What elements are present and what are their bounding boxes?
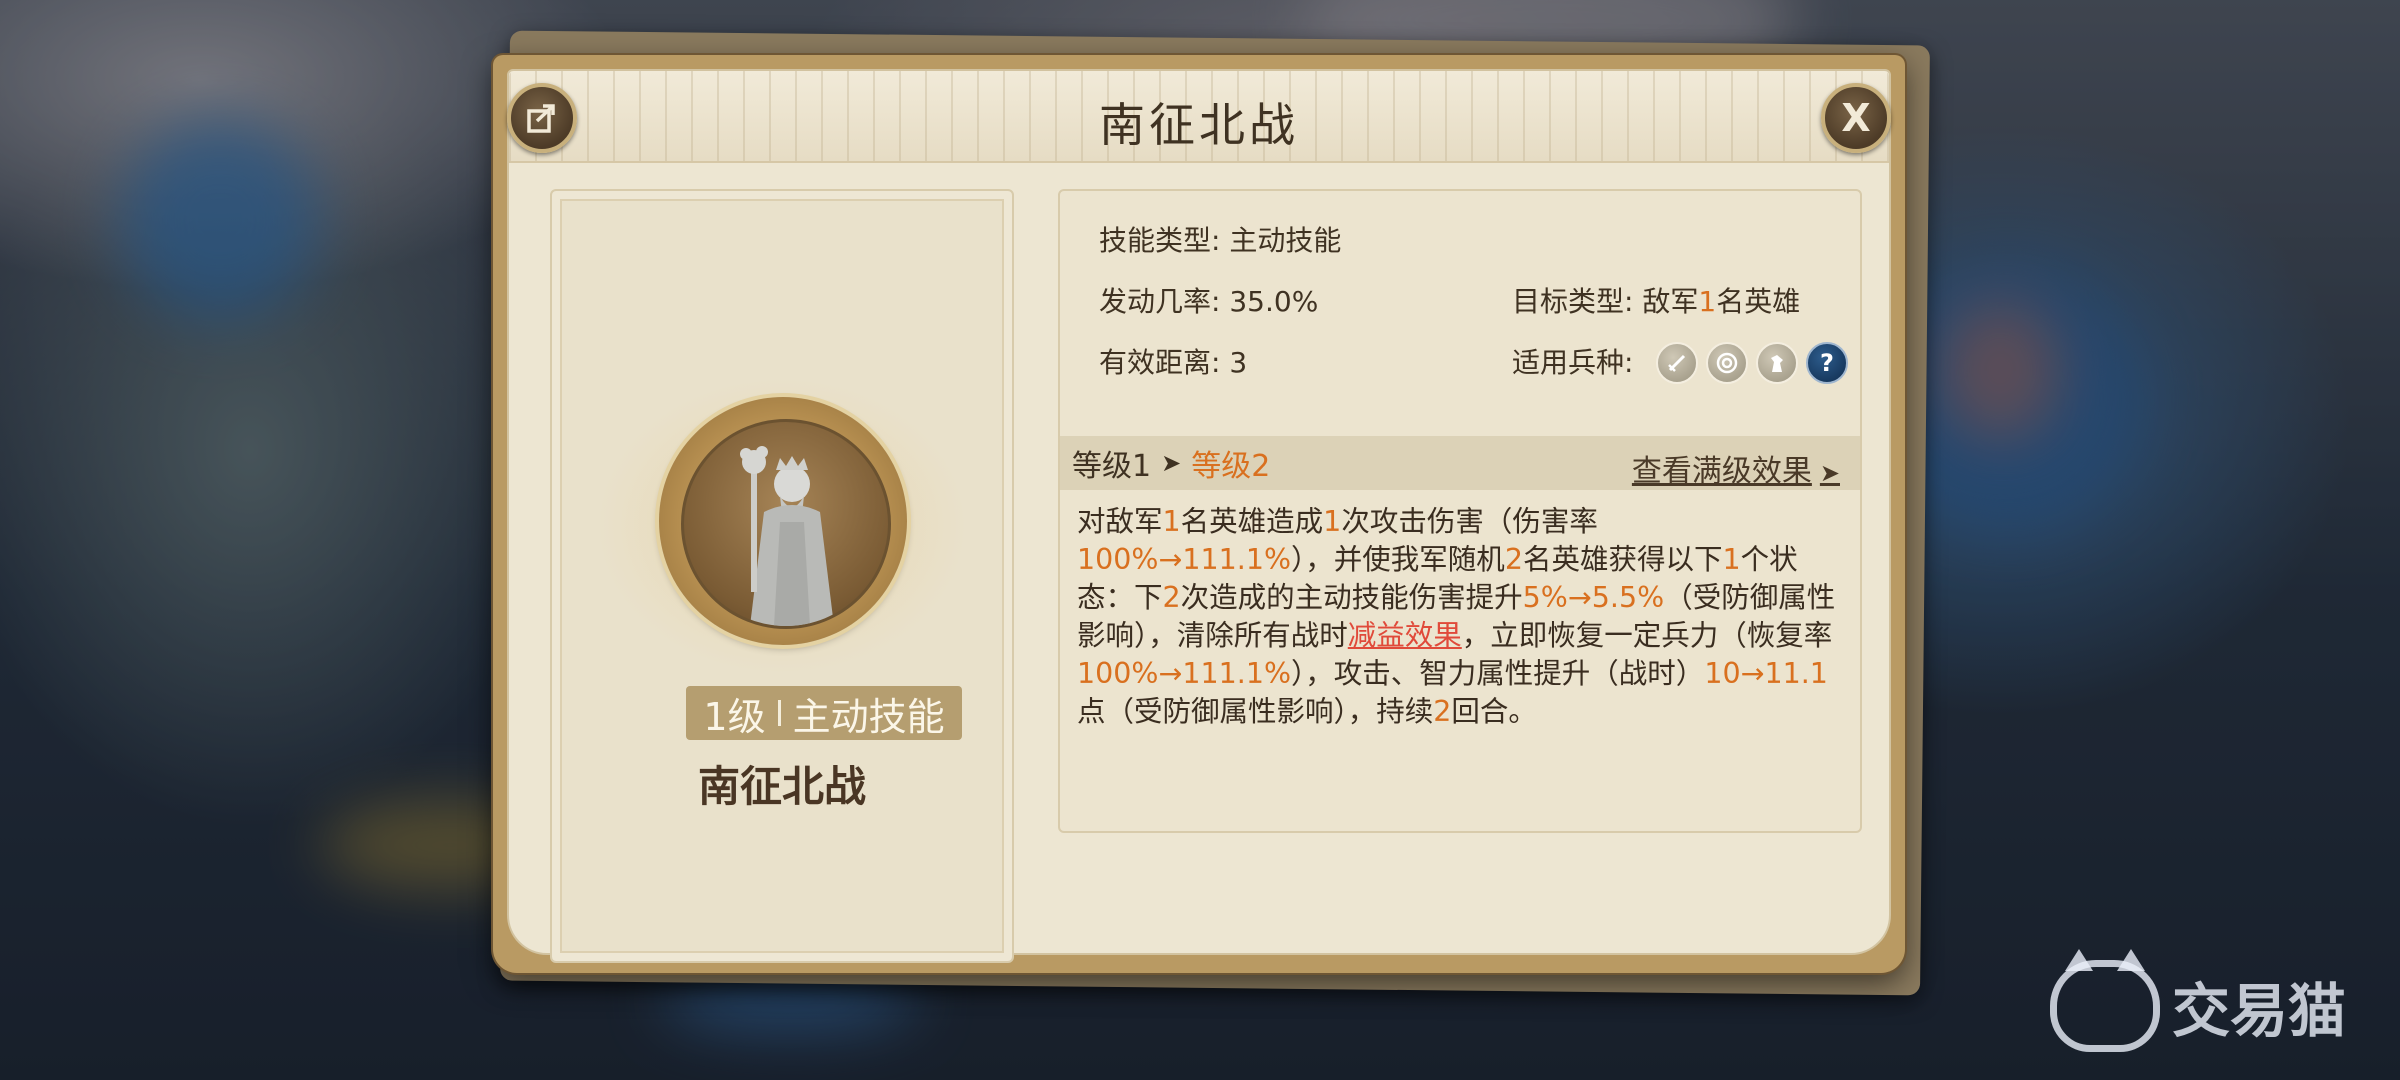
desc-text: 名英雄造成: [1180, 505, 1324, 538]
trigger-rate-value: 35.0%: [1229, 285, 1319, 318]
skill-portrait-frame: [659, 397, 907, 645]
desc-value: 1: [1162, 505, 1181, 538]
dialog-header: 南征北战: [509, 71, 1889, 163]
trigger-rate-row: 发动几率: 35.0%: [1099, 280, 1318, 320]
desc-text: 回合。: [1451, 695, 1537, 728]
desc-value: →111.1%: [1158, 543, 1292, 576]
share-icon: [527, 104, 555, 133]
range-row: 有效距离: 3: [1099, 341, 1247, 381]
skill-info-panel: 技能类型: 主动技能 发动几率: 35.0% 目标类型: 敌军1名英雄 有效距离…: [1058, 189, 1862, 833]
desc-value: 2: [1433, 695, 1452, 728]
desc-value: 100%: [1077, 543, 1159, 576]
target-type-label: 目标类型:: [1512, 285, 1634, 318]
desc-text: ，立即恢复一定兵力（恢复率: [1461, 619, 1833, 652]
infantry-sword-icon: [1656, 342, 1698, 384]
cavalry-horse-icon: [1756, 342, 1798, 384]
desc-text: 名英雄获得以下: [1522, 543, 1723, 576]
desc-text: 点（受防御属性影响），持续: [1077, 695, 1434, 728]
archer-target-icon: [1706, 342, 1748, 384]
level-compare-bar: 等级1 ➤ 等级2 查看满级效果 ➤: [1060, 436, 1860, 490]
close-icon: X: [1841, 96, 1871, 140]
view-max-arrow-icon: ➤: [1819, 459, 1840, 487]
skill-level-label: 1级: [703, 694, 766, 739]
range-label: 有效距离:: [1099, 346, 1221, 379]
target-type-pre: 敌军: [1642, 285, 1699, 318]
skill-name: 南征北战: [697, 762, 866, 811]
level-from: 等级1: [1072, 449, 1152, 484]
watermark: 交易猫: [2050, 949, 2347, 1052]
skill-portrait-panel: 1级 主动技能 南征北战: [550, 189, 1014, 963]
dialog-title: 南征北战: [1099, 98, 1299, 152]
level-arrow-icon: ➤: [1161, 449, 1182, 477]
trigger-rate-label: 发动几率:: [1099, 285, 1221, 318]
desc-text: 次攻击伤害（伤害率: [1341, 505, 1598, 538]
skill-portrait: [681, 419, 891, 629]
skill-detail-dialog: 南征北战 X 1级 主动技能 南征北战 技能类型: 主动技能 发动几率: 35.…: [493, 55, 1905, 973]
desc-value: 10: [1704, 657, 1741, 690]
desc-text: ），并使我军随机: [1291, 543, 1505, 576]
king-statue-icon: [740, 446, 834, 626]
desc-value: 5%: [1522, 581, 1568, 614]
desc-value: →5.5%: [1567, 581, 1665, 614]
view-max-level-link[interactable]: 查看满级效果 ➤: [1632, 446, 1840, 490]
desc-value: 100%: [1077, 657, 1159, 690]
skill-kind-label: 主动技能: [792, 694, 945, 739]
desc-value: 2: [1162, 581, 1181, 614]
skill-level-tag: 1级 主动技能: [686, 686, 962, 740]
target-type-count: 1: [1698, 285, 1717, 318]
skill-description: 对敌军1名英雄造成1次攻击伤害（伤害率100%→111.1%），并使我军随机2名…: [1077, 503, 1837, 731]
close-button[interactable]: X: [1821, 83, 1891, 153]
target-type-post: 名英雄: [1716, 285, 1801, 318]
skill-type-label: 技能类型:: [1099, 224, 1221, 257]
desc-text: 对敌军: [1077, 505, 1163, 538]
desc-text: 次造成的主动技能伤害提升: [1180, 581, 1523, 614]
cat-logo-icon: [2050, 949, 2160, 1052]
desc-value: →11.1: [1740, 657, 1828, 690]
troop-type-label: 适用兵种:: [1512, 346, 1634, 379]
desc-text: ），攻击、智力属性提升（战时）: [1291, 657, 1705, 690]
dialog-body: 南征北战 X 1级 主动技能 南征北战 技能类型: 主动技能 发动几率: 35.…: [507, 69, 1891, 963]
level-to: 等级2: [1191, 449, 1271, 484]
desc-value: 1: [1722, 543, 1741, 576]
unknown-question-icon[interactable]: ?: [1806, 342, 1848, 384]
skill-type-value: 主动技能: [1229, 224, 1342, 257]
question-mark: ?: [1820, 349, 1834, 377]
troop-type-icons: ?: [1656, 342, 1848, 384]
desc-value: →111.1%: [1158, 657, 1292, 690]
range-value: 3: [1229, 346, 1248, 379]
view-max-level-label: 查看满级效果: [1631, 454, 1812, 489]
skill-type-row: 技能类型: 主动技能: [1099, 219, 1341, 259]
debuff-effect-link[interactable]: 减益效果: [1348, 619, 1462, 652]
target-type-row: 目标类型: 敌军1名英雄: [1512, 280, 1800, 320]
tag-separator: [777, 700, 781, 726]
desc-value: 1: [1323, 505, 1342, 538]
desc-value: 2: [1504, 543, 1523, 576]
watermark-text: 交易猫: [2172, 977, 2347, 1045]
share-button[interactable]: [507, 83, 577, 153]
